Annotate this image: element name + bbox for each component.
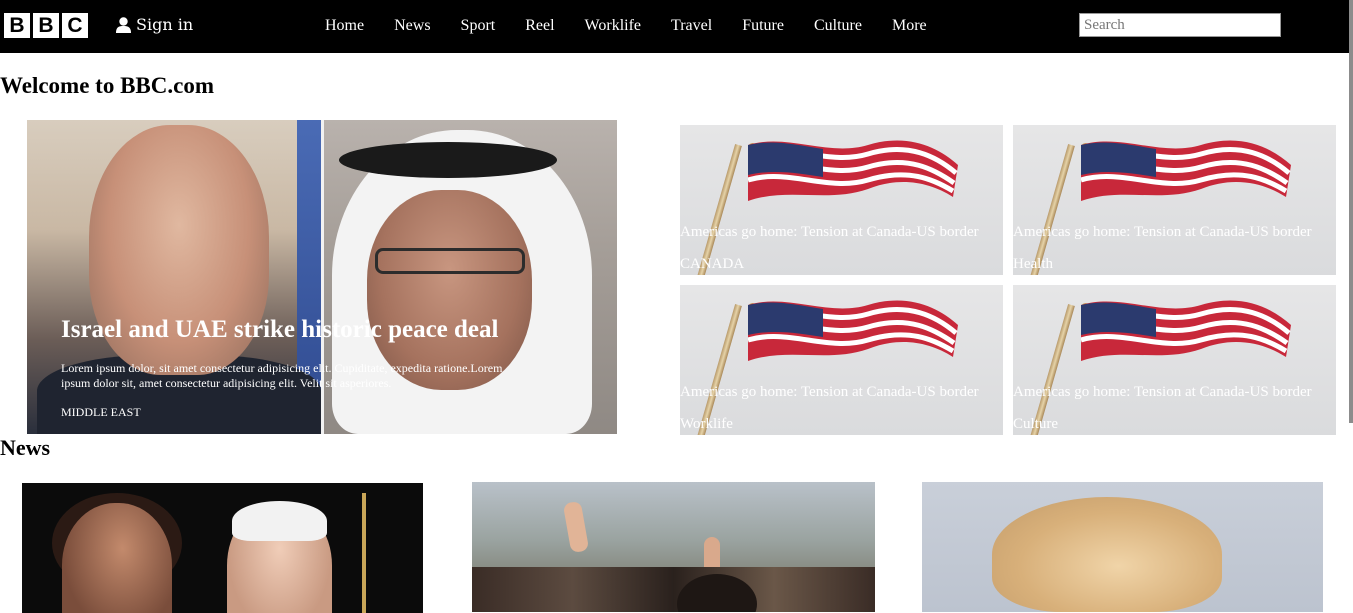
side-card-title[interactable]: Americas go home: Tension at Canada-US b… [1013, 376, 1336, 408]
side-card-tag[interactable]: Health [1013, 248, 1336, 275]
hero-story[interactable]: Israel and UAE strike historic peace dea… [27, 120, 617, 434]
user-icon [116, 16, 131, 33]
top-bar: B B C Sign in Home News Sport Reel Workl… [0, 0, 1353, 53]
nav-home[interactable]: Home [325, 17, 364, 35]
side-card[interactable]: Americas go home: Tension at Canada-US b… [680, 125, 1003, 275]
hero-image-agal [339, 142, 557, 178]
news-card-image[interactable] [22, 483, 423, 613]
side-card-tag[interactable]: Worklife [680, 408, 1003, 435]
news-image-flagpole [362, 493, 366, 613]
side-card-title[interactable]: Americas go home: Tension at Canada-US b… [680, 376, 1003, 408]
side-card-text: Americas go home: Tension at Canada-US b… [1013, 376, 1336, 435]
side-card-tag[interactable]: Culture [1013, 408, 1336, 435]
side-card[interactable]: Americas go home: Tension at Canada-US b… [1013, 285, 1336, 435]
search-input[interactable] [1079, 13, 1281, 37]
main-nav: Home News Sport Reel Worklife Travel Fut… [325, 17, 957, 35]
nav-more[interactable]: More [892, 17, 927, 35]
hero-image-glasses [375, 248, 525, 274]
nav-news[interactable]: News [394, 17, 430, 35]
side-card-text: Americas go home: Tension at Canada-US b… [680, 216, 1003, 275]
page-scrollbar[interactable] [1349, 0, 1353, 423]
us-flag-image [1081, 140, 1291, 201]
side-card[interactable]: Americas go home: Tension at Canada-US b… [1013, 125, 1336, 275]
news-image-white-hair [232, 501, 327, 541]
sign-in-link[interactable]: Sign in [116, 15, 193, 34]
page-title: Welcome to BBC.com [0, 73, 214, 98]
news-image-blond-hair [992, 497, 1222, 612]
nav-sport[interactable]: Sport [461, 17, 496, 35]
nav-travel[interactable]: Travel [671, 17, 712, 35]
sign-in-label: Sign in [136, 15, 194, 34]
news-card-image[interactable] [922, 482, 1323, 612]
side-card-title[interactable]: Americas go home: Tension at Canada-US b… [1013, 216, 1336, 248]
side-card-title[interactable]: Americas go home: Tension at Canada-US b… [680, 216, 1003, 248]
nav-future[interactable]: Future [742, 17, 784, 35]
logo-letter-b1: B [4, 13, 30, 38]
bbc-logo[interactable]: B B C [4, 13, 88, 38]
us-flag-image [1081, 300, 1291, 361]
logo-letter-c: C [62, 13, 88, 38]
nav-culture[interactable]: Culture [814, 17, 862, 35]
nav-reel[interactable]: Reel [525, 17, 554, 35]
us-flag-image [748, 140, 958, 201]
hero-caption: Israel and UAE strike historic peace dea… [61, 316, 531, 420]
hero-headline[interactable]: Israel and UAE strike historic peace dea… [61, 316, 531, 344]
news-image-person-left [62, 503, 172, 613]
side-card-text: Americas go home: Tension at Canada-US b… [680, 376, 1003, 435]
news-section-heading: News [0, 435, 51, 460]
side-card[interactable]: Americas go home: Tension at Canada-US b… [680, 285, 1003, 435]
news-image-hand-peace [562, 500, 590, 554]
news-image-crowd [472, 567, 875, 612]
hero-tag[interactable]: MIDDLE EAST [61, 405, 531, 420]
logo-letter-b2: B [33, 13, 59, 38]
us-flag-image [748, 300, 958, 361]
side-card-text: Americas go home: Tension at Canada-US b… [1013, 216, 1336, 275]
hero-summary: Lorem ipsum dolor, sit amet consectetur … [61, 361, 503, 390]
news-card-image[interactable] [472, 482, 875, 612]
nav-worklife[interactable]: Worklife [585, 17, 641, 35]
side-card-tag[interactable]: CANADA [680, 248, 1003, 275]
